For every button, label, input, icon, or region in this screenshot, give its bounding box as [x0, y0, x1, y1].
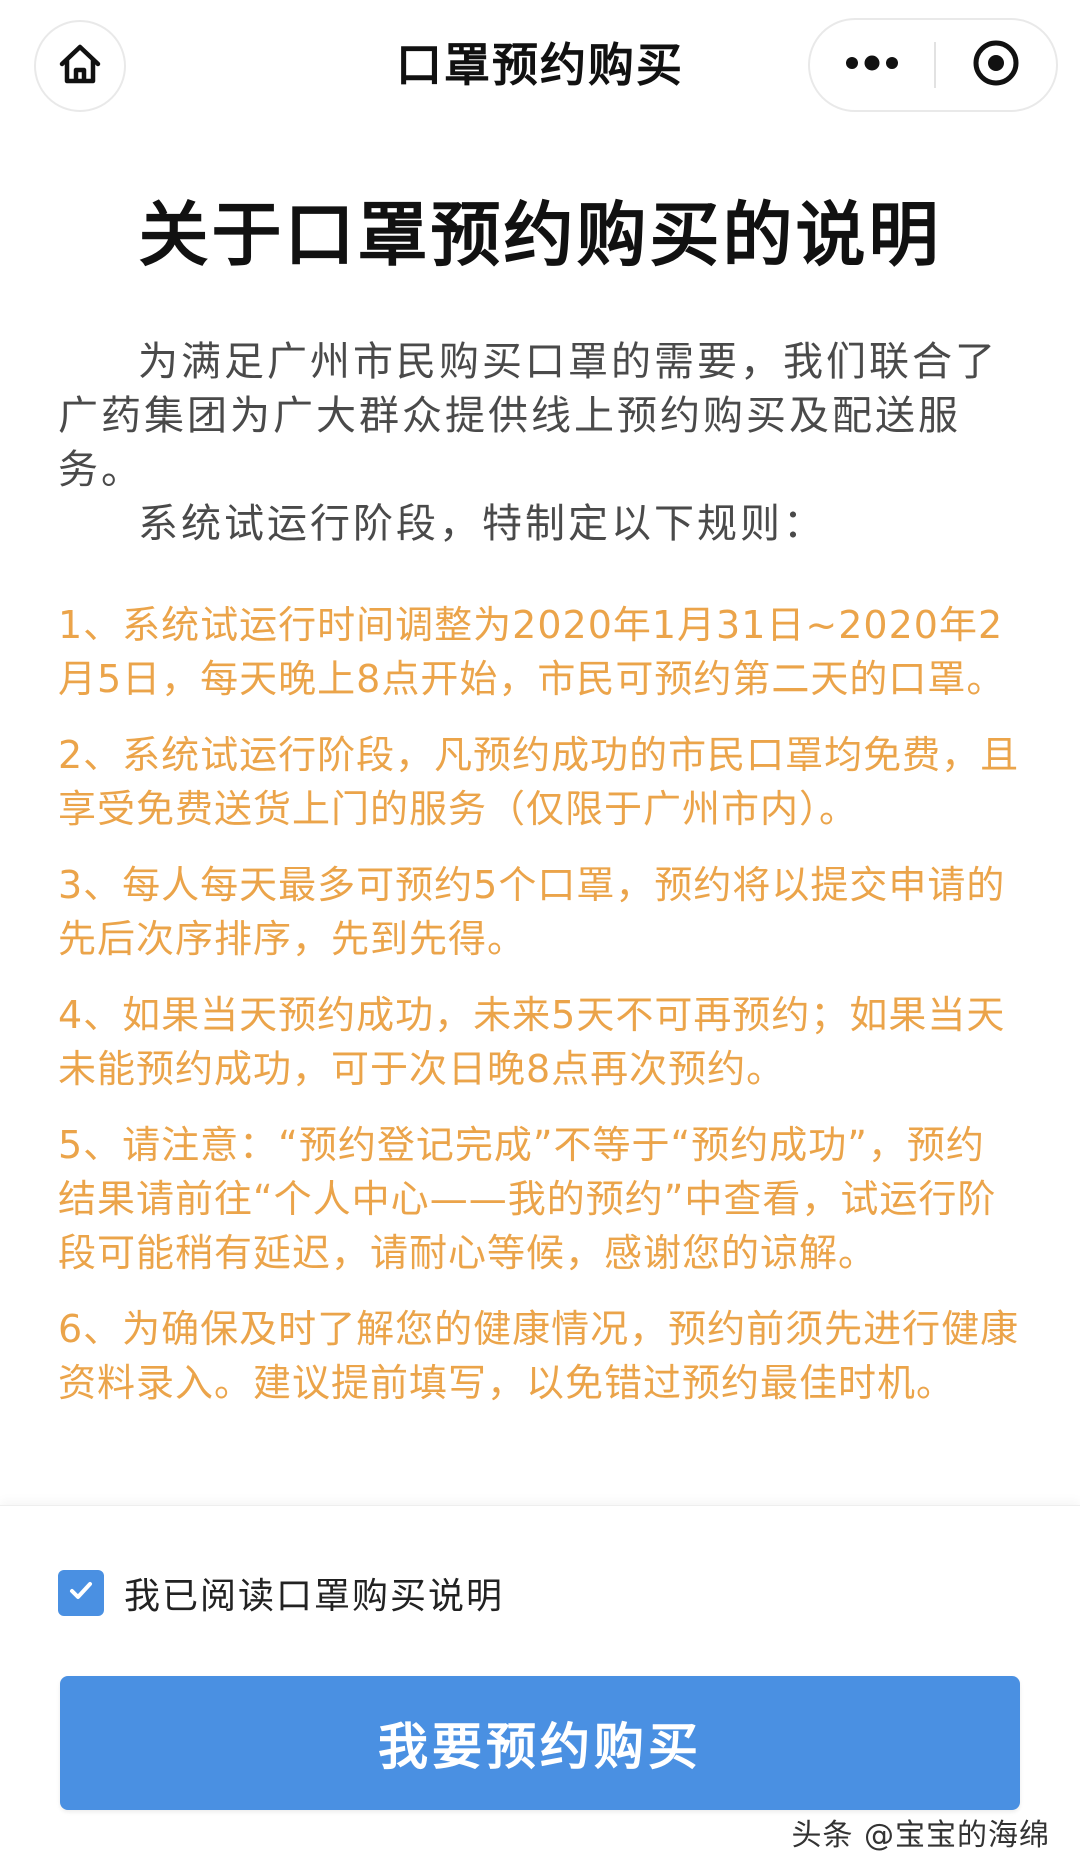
navbar: 口罩预约购买 — [0, 0, 1080, 130]
rule-item: 2、系统试运行阶段，凡预约成功的市民口罩均免费，且享受免费送货上门的服务（仅限于… — [58, 733, 1020, 831]
rules-list: 1、系统试运行时间调整为2020年1月31日~2020年2月5日，每天晚上8点开… — [58, 598, 1022, 1432]
home-button[interactable] — [34, 20, 126, 112]
reserve-purchase-button[interactable]: 我要预约购买 — [60, 1676, 1020, 1810]
home-icon — [57, 41, 103, 91]
rule-item: 4、如果当天预约成功，未来5天不可再预约；如果当天未能预约成功，可于次日晚8点再… — [58, 993, 1006, 1091]
scroll-fade — [0, 1470, 1080, 1500]
intro-section: 为满足广州市民购买口罩的需要，我们联合了广药集团为广大群众提供线上预约购买及配送… — [58, 335, 1018, 551]
checkmark-icon — [66, 1576, 96, 1610]
rule-item: 3、每人每天最多可预约5个口罩，预约将以提交申请的先后次序排序，先到先得。 — [58, 863, 1006, 961]
rule-item: 1、系统试运行时间调整为2020年1月31日~2020年2月5日，每天晚上8点开… — [58, 603, 1006, 701]
rule-item: 6、为确保及时了解您的健康情况，预约前须先进行健康资料录入。建议提前填写，以免错… — [58, 1307, 1020, 1405]
target-icon — [971, 38, 1021, 92]
read-confirm-row[interactable]: 我已阅读口罩购买说明 — [58, 1568, 504, 1618]
watermark: 头条 @宝宝的海绵 — [791, 1818, 1050, 1853]
capsule-menu — [808, 18, 1058, 112]
page: 口罩预约购买 关于口罩预约购买的说明 为满足广州市民购买口罩的需要，我们联合了广… — [0, 0, 1080, 1869]
document-title: 关于口罩预约购买的说明 — [138, 194, 942, 276]
more-button[interactable] — [810, 20, 934, 110]
rules-intro-paragraph: 系统试运行阶段，特制定以下规则： — [138, 501, 826, 547]
content-scroll-area[interactable]: 关于口罩预约购买的说明 为满足广州市民购买口罩的需要，我们联合了广药集团为广大群… — [0, 130, 1080, 1500]
more-dots-icon — [844, 55, 900, 75]
read-confirm-checkbox[interactable] — [58, 1570, 104, 1616]
intro-paragraph: 为满足广州市民购买口罩的需要，我们联合了广药集团为广大群众提供线上预约购买及配送… — [58, 339, 998, 493]
read-confirm-label: 我已阅读口罩购买说明 — [124, 1576, 505, 1617]
nav-title: 口罩预约购买 — [396, 38, 684, 92]
close-button[interactable] — [936, 20, 1056, 110]
rule-item: 5、请注意：“预约登记完成”不等于“预约成功”，预约结果请前往“个人中心——我的… — [58, 1123, 997, 1275]
